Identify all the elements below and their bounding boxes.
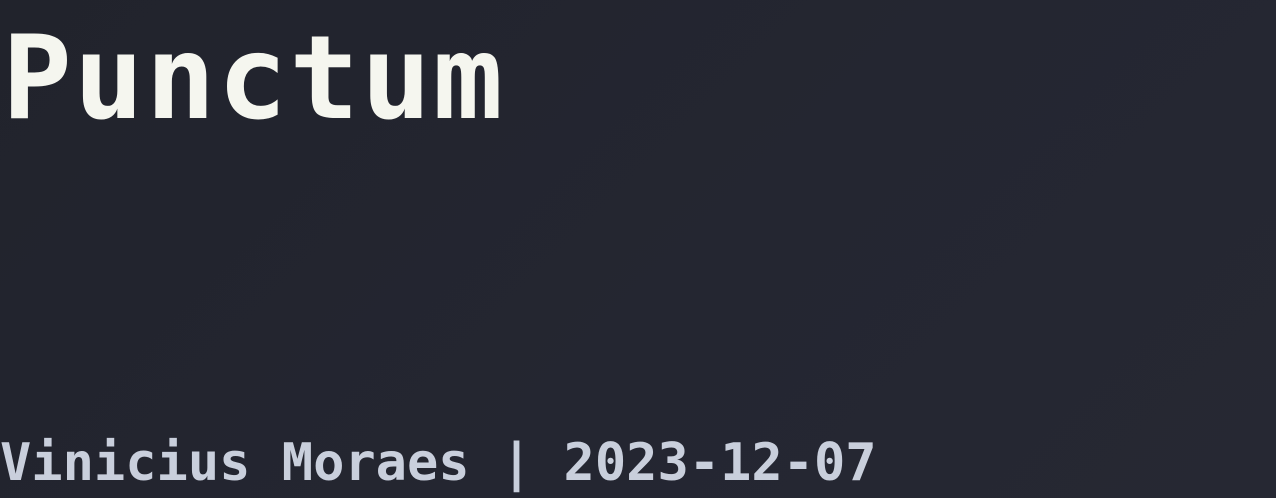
post-title: Punctum xyxy=(2,11,505,146)
page-container: Punctum Vinicius Moraes | 2023-12-07 xyxy=(0,0,1276,498)
post-date: 2023-12-07 xyxy=(563,433,877,493)
post-author: Vinicius Moraes xyxy=(0,433,470,493)
meta-separator: | xyxy=(500,433,533,493)
post-meta: Vinicius Moraes | 2023-12-07 xyxy=(0,428,877,498)
